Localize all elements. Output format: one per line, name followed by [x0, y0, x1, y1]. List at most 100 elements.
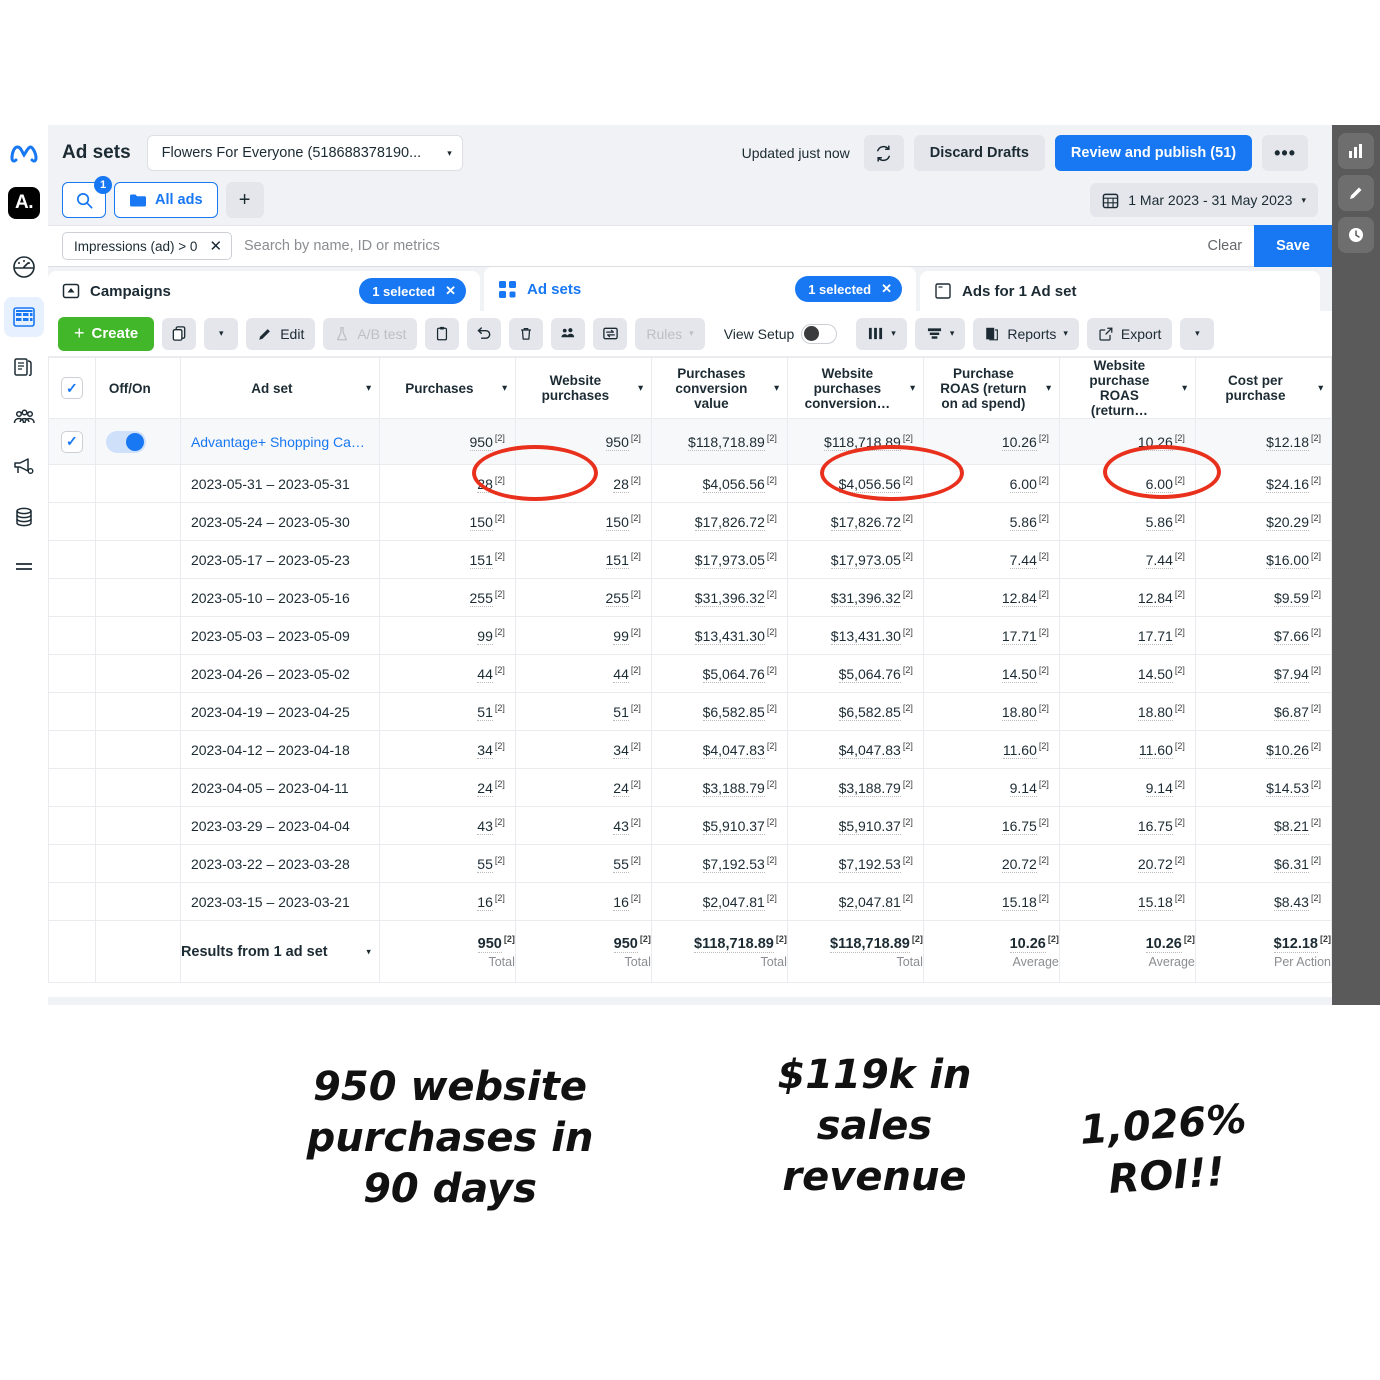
totals-label-cell[interactable]: Results from 1 ad set ▾ [179, 920, 380, 983]
row-onoff-cell[interactable] [94, 692, 181, 731]
view-setup-toggle[interactable]: View Setup [713, 318, 849, 350]
row-onoff-cell[interactable] [94, 616, 181, 655]
reports-button[interactable]: Reports ▾ [973, 317, 1079, 350]
chevron-down-icon[interactable]: ▾ [1182, 383, 1187, 394]
row-name-cell[interactable]: 2023-03-22 – 2023-03-28 [179, 844, 380, 883]
table-row[interactable]: 2023-03-29 – 2023-04-04 43 [2] 43 [2] $5,910.… [48, 806, 1332, 845]
all-ads-button[interactable]: All ads [114, 182, 218, 218]
col-web-conv-value[interactable]: Website purchases conversion… ▾ [786, 357, 924, 419]
clock-icon[interactable] [1338, 217, 1374, 253]
row-name-cell[interactable]: 2023-05-24 – 2023-05-30 [179, 502, 380, 541]
row-select-cell[interactable] [48, 882, 96, 921]
table-row[interactable]: 2023-04-12 – 2023-04-18 34 [2] 34 [2] $4,047.… [48, 730, 1332, 769]
row-onoff-cell[interactable] [94, 578, 181, 617]
table-row[interactable]: 2023-03-22 – 2023-03-28 55 [2] 55 [2] $7,192.… [48, 844, 1332, 883]
row-select-cell[interactable] [48, 540, 96, 579]
export-caret-button[interactable]: ▾ [1180, 317, 1215, 350]
row-onoff-cell[interactable] [94, 418, 181, 465]
gauge-icon[interactable] [4, 247, 44, 287]
duplicate-button[interactable] [162, 317, 197, 350]
pages-icon[interactable] [4, 347, 44, 387]
table-row[interactable]: 2023-05-03 – 2023-05-09 99 [2] 99 [2] $13,431… [48, 616, 1332, 655]
more-options-button[interactable]: ••• [1262, 135, 1308, 171]
row-select-cell[interactable] [48, 578, 96, 617]
tab-adsets[interactable]: Ad sets 1 selected ✕ [484, 267, 916, 311]
delete-button[interactable] [509, 317, 544, 350]
refresh-button[interactable] [863, 135, 904, 171]
row-name-cell[interactable]: 2023-05-10 – 2023-05-16 [179, 578, 380, 617]
table-row[interactable]: 2023-05-31 – 2023-05-31 28 [2] 28 [2] $4,056.… [48, 464, 1332, 503]
col-cost-per-purchase[interactable]: Cost per purchase ▾ [1194, 357, 1332, 419]
col-website-purchases[interactable]: Website purchases ▾ [514, 357, 652, 419]
col-conv-value[interactable]: Purchases conversion value ▾ [650, 357, 788, 419]
megaphone-icon[interactable] [4, 447, 44, 487]
create-button[interactable]: + Create [58, 316, 155, 351]
search-button[interactable]: 1 [62, 176, 112, 218]
search-input[interactable]: Search by name, ID or metrics [244, 238, 1207, 254]
row-name-cell[interactable]: 2023-05-03 – 2023-05-09 [179, 616, 380, 655]
duplicate-caret-button[interactable]: ▾ [204, 317, 239, 350]
chevron-down-icon[interactable]: ▾ [910, 383, 915, 394]
meta-logo-icon[interactable] [4, 133, 44, 173]
date-range-picker[interactable]: 1 Mar 2023 - 31 May 2023 ▾ [1090, 183, 1318, 217]
table-row[interactable]: 2023-04-26 – 2023-05-02 44 [2] 44 [2] $5,064.… [48, 654, 1332, 693]
row-checkbox[interactable]: ✓ [60, 430, 83, 453]
row-name-cell[interactable]: 2023-04-19 – 2023-04-25 [179, 692, 380, 731]
row-onoff-cell[interactable] [94, 730, 181, 769]
breakdown-button[interactable]: ▾ [914, 317, 966, 350]
tab-ads[interactable]: Ads for 1 Ad set [920, 271, 1320, 311]
close-icon[interactable]: ✕ [209, 237, 222, 255]
row-name-cell[interactable]: 2023-05-17 – 2023-05-23 [179, 540, 380, 579]
tab-campaigns[interactable]: Campaigns 1 selected ✕ [48, 271, 480, 311]
row-name-cell[interactable]: 2023-03-15 – 2023-03-21 [179, 882, 380, 921]
account-selector[interactable]: Flowers For Everyone (518688378190... ▾ [146, 135, 463, 171]
select-all-checkbox[interactable]: ✓ [60, 377, 83, 399]
clipboard-button[interactable] [425, 317, 460, 350]
col-roas[interactable]: Purchase ROAS (return on ad spend) ▾ [922, 357, 1060, 419]
row-onoff-cell[interactable] [94, 768, 181, 807]
campaigns-selected-pill[interactable]: 1 selected ✕ [359, 278, 466, 304]
edit-button[interactable]: Edit [246, 317, 316, 350]
row-name-cell[interactable]: Advantage+ Shopping Ca… [179, 418, 380, 465]
row-name-cell[interactable]: 2023-05-31 – 2023-05-31 [179, 464, 380, 503]
clear-filters-button[interactable]: Clear [1207, 238, 1242, 254]
chevron-down-icon[interactable]: ▾ [1318, 383, 1323, 394]
table-row[interactable]: 2023-04-05 – 2023-04-11 24 [2] 24 [2] $3,188.… [48, 768, 1332, 807]
select-all-header[interactable]: ✓ [48, 357, 96, 419]
audience-button[interactable] [551, 317, 586, 350]
chevron-down-icon[interactable]: ▾ [774, 383, 779, 394]
billing-icon[interactable] [4, 497, 44, 537]
row-select-cell[interactable] [48, 844, 96, 883]
row-name-cell[interactable]: 2023-04-12 – 2023-04-18 [179, 730, 380, 769]
undo-button[interactable] [467, 317, 502, 350]
row-name-cell[interactable]: 2023-04-26 – 2023-05-02 [179, 654, 380, 693]
row-onoff-cell[interactable] [94, 844, 181, 883]
row-select-cell[interactable] [48, 464, 96, 503]
table-row[interactable]: ✓ Advantage+ Shopping Ca… 950 [2] 950 [2] $118… [48, 418, 1332, 465]
chevron-down-icon[interactable]: ▾ [366, 946, 371, 957]
row-onoff-cell[interactable] [94, 654, 181, 693]
audiences-icon[interactable] [4, 397, 44, 437]
onoff-toggle[interactable] [105, 430, 146, 453]
row-select-cell[interactable] [48, 502, 96, 541]
row-onoff-cell[interactable] [94, 502, 181, 541]
row-onoff-cell[interactable] [94, 882, 181, 921]
adset-name-link[interactable]: Advantage+ Shopping Ca… [191, 434, 365, 450]
row-select-cell[interactable] [48, 730, 96, 769]
row-onoff-cell[interactable] [94, 540, 181, 579]
transfer-button[interactable] [593, 317, 628, 350]
col-purchases[interactable]: Purchases ▾ [378, 357, 516, 419]
table-row[interactable]: 2023-05-24 – 2023-05-30 150 [2] 150 [2] $17,8… [48, 502, 1332, 541]
row-select-cell[interactable] [48, 806, 96, 845]
adsets-selected-pill[interactable]: 1 selected ✕ [795, 276, 902, 302]
review-and-publish-button[interactable]: Review and publish (51) [1054, 135, 1253, 171]
columns-button[interactable]: ▾ [856, 317, 907, 350]
account-badge-icon[interactable]: A. [4, 183, 44, 223]
table-row[interactable]: 2023-03-15 – 2023-03-21 16 [2] 16 [2] $2,047.… [48, 882, 1332, 921]
row-select-cell[interactable]: ✓ [48, 418, 96, 465]
row-name-cell[interactable]: 2023-04-05 – 2023-04-11 [179, 768, 380, 807]
table-row[interactable]: 2023-05-17 – 2023-05-23 151 [2] 151 [2] $17,9… [48, 540, 1332, 579]
chevron-down-icon[interactable]: ▾ [1046, 383, 1051, 394]
row-select-cell[interactable] [48, 768, 96, 807]
row-name-cell[interactable]: 2023-03-29 – 2023-04-04 [179, 806, 380, 845]
